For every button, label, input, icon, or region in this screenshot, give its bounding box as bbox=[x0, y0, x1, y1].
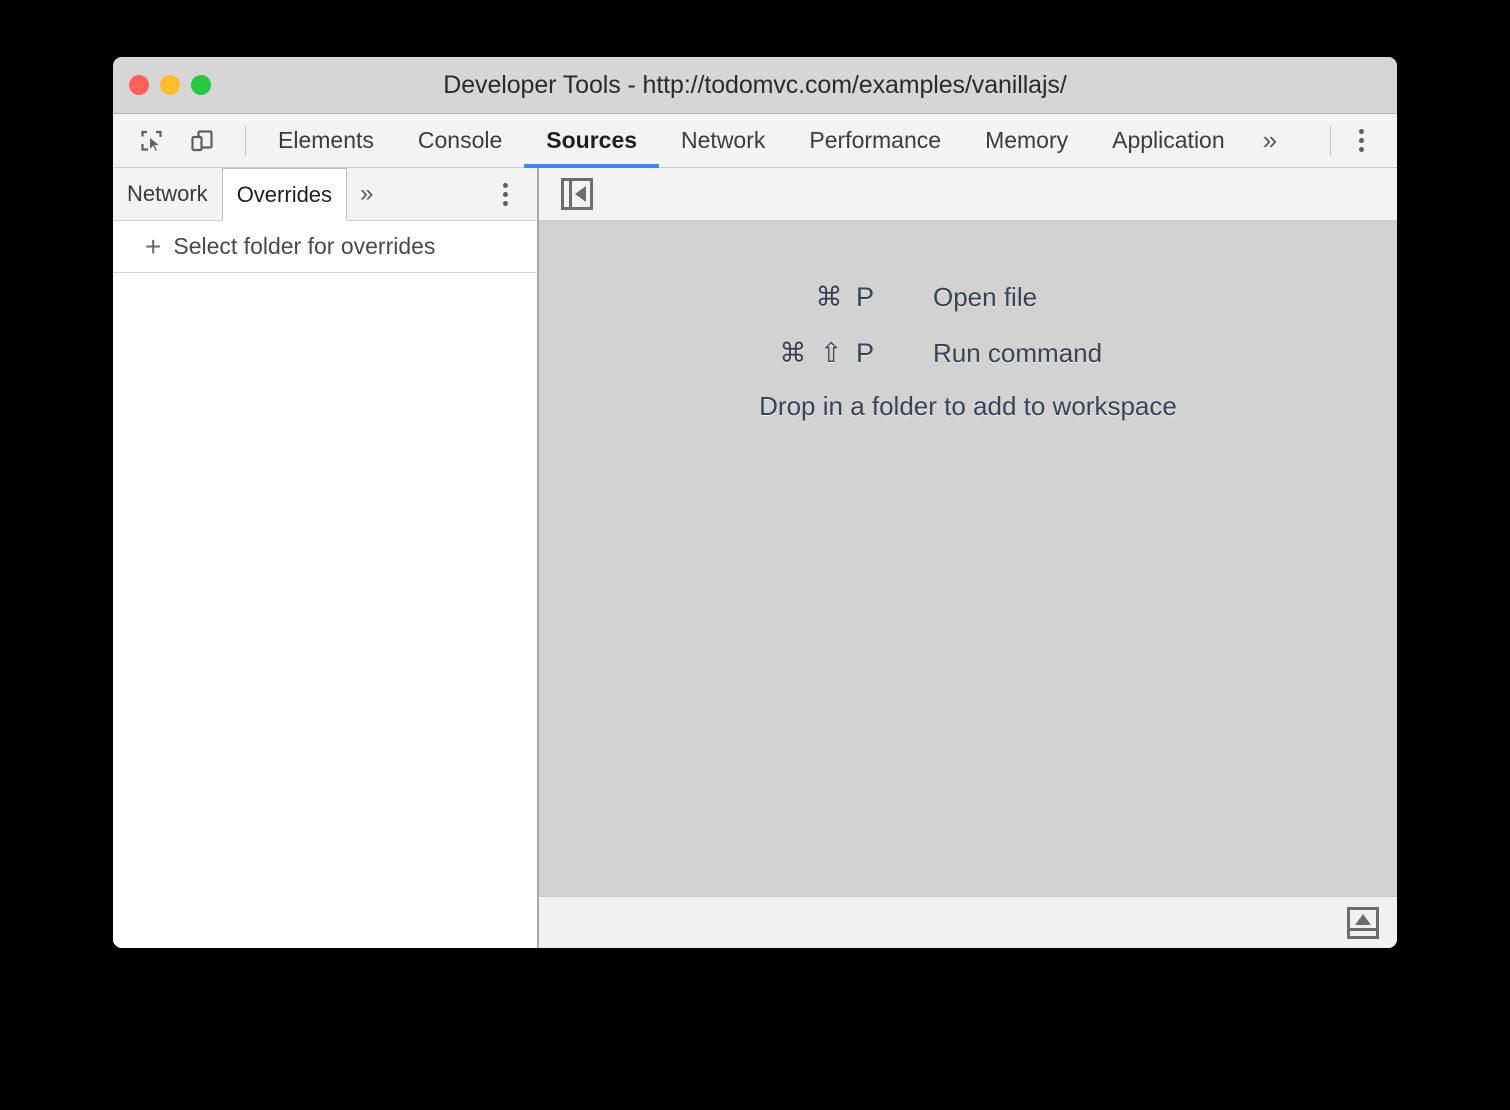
toolbar-icon-group bbox=[113, 114, 256, 167]
toolbar-divider bbox=[245, 126, 246, 155]
nav-tab-spacer bbox=[386, 168, 485, 220]
show-navigator-bar bbox=[569, 181, 572, 207]
hint-run-command-keys: ⌘ ⇧ P bbox=[703, 338, 933, 369]
main-menu-kebab-icon[interactable] bbox=[1341, 121, 1381, 161]
hint-run-command-label: Run command bbox=[933, 338, 1233, 369]
select-folder-label: Select folder for overrides bbox=[173, 233, 435, 260]
show-drawer-icon[interactable] bbox=[1347, 907, 1379, 939]
navigator-tab-bar: Network Overrides » bbox=[113, 168, 537, 221]
close-window-button[interactable] bbox=[129, 75, 149, 95]
maximize-window-button[interactable] bbox=[191, 75, 211, 95]
show-drawer-triangle bbox=[1355, 914, 1371, 925]
traffic-lights bbox=[129, 57, 211, 113]
main-tab-list: Elements Console Sources Network Perform… bbox=[256, 114, 1318, 167]
tab-console[interactable]: Console bbox=[396, 114, 524, 167]
inspect-element-icon[interactable] bbox=[133, 122, 171, 160]
show-navigator-triangle bbox=[575, 186, 586, 202]
show-navigator-icon[interactable] bbox=[561, 178, 593, 210]
hint-drop-folder: Drop in a folder to add to workspace bbox=[759, 391, 1177, 422]
editor-empty-canvas: ⌘ P Open file ⌘ ⇧ P Run command Drop in … bbox=[539, 221, 1397, 896]
navigator-menu-kebab-icon[interactable] bbox=[485, 168, 525, 220]
hint-open-file: ⌘ P Open file bbox=[703, 269, 1233, 325]
window-title: Developer Tools - http://todomvc.com/exa… bbox=[113, 71, 1397, 100]
minimize-window-button[interactable] bbox=[160, 75, 180, 95]
editor-tab-bar bbox=[539, 168, 1397, 221]
show-drawer-bar bbox=[1350, 928, 1376, 931]
status-bar bbox=[539, 896, 1397, 948]
tab-application[interactable]: Application bbox=[1090, 114, 1247, 167]
title-bar: Developer Tools - http://todomvc.com/exa… bbox=[113, 57, 1397, 114]
panel-split: Network Overrides » + Select folder for … bbox=[113, 168, 1397, 948]
tab-network[interactable]: Network bbox=[659, 114, 787, 167]
hint-run-command: ⌘ ⇧ P Run command bbox=[703, 325, 1233, 381]
main-toolbar-right bbox=[1318, 114, 1397, 167]
plus-icon: + bbox=[145, 233, 161, 261]
editor-hints: ⌘ P Open file ⌘ ⇧ P Run command Drop in … bbox=[539, 269, 1397, 422]
nav-more-tabs-chevron-icon[interactable]: » bbox=[347, 168, 386, 220]
tab-performance[interactable]: Performance bbox=[787, 114, 963, 167]
select-folder-for-overrides-button[interactable]: + Select folder for overrides bbox=[113, 221, 537, 273]
navigator-content: + Select folder for overrides bbox=[113, 221, 537, 948]
hint-open-file-label: Open file bbox=[933, 282, 1233, 313]
navigator-pane: Network Overrides » + Select folder for … bbox=[113, 168, 539, 948]
nav-tab-overrides[interactable]: Overrides bbox=[222, 168, 347, 221]
tab-memory[interactable]: Memory bbox=[963, 114, 1090, 167]
more-tabs-chevron-icon[interactable]: » bbox=[1247, 114, 1293, 167]
tab-sources[interactable]: Sources bbox=[524, 114, 659, 167]
editor-pane: ⌘ P Open file ⌘ ⇧ P Run command Drop in … bbox=[539, 168, 1397, 948]
tab-elements[interactable]: Elements bbox=[256, 114, 396, 167]
devtools-window: Developer Tools - http://todomvc.com/exa… bbox=[113, 57, 1397, 948]
nav-tab-network[interactable]: Network bbox=[113, 168, 222, 220]
toolbar-divider-right bbox=[1330, 126, 1331, 155]
device-toolbar-icon[interactable] bbox=[183, 122, 221, 160]
hint-open-file-keys: ⌘ P bbox=[703, 282, 933, 313]
main-toolbar: Elements Console Sources Network Perform… bbox=[113, 114, 1397, 168]
